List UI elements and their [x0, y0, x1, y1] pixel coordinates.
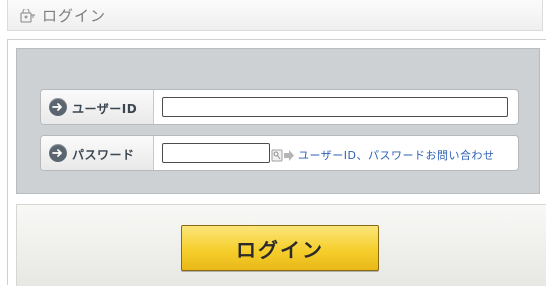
user-id-row: ユーザーID: [40, 89, 519, 125]
arrow-circle-icon: [49, 98, 67, 116]
login-button-panel: ログイン: [16, 204, 546, 286]
user-id-input[interactable]: [162, 97, 508, 117]
user-id-label: ユーザーID: [72, 102, 138, 116]
user-id-label-cell: ユーザーID: [41, 90, 154, 124]
password-row: パスワード ユーザーID、パスワードお問い合わせ: [40, 135, 519, 171]
page-title: ログイン: [42, 7, 107, 25]
login-button[interactable]: ログイン: [181, 225, 379, 271]
login-container: ユーザーID パスワード ユーザーID、パスワードお問い合わせ ログイン: [7, 39, 546, 286]
key-arrow-icon: [271, 147, 295, 162]
id-password-inquiry-link[interactable]: ユーザーID、パスワードお問い合わせ: [298, 147, 495, 163]
key-lock-icon: [20, 7, 36, 23]
password-input[interactable]: [162, 143, 270, 163]
password-label-cell: パスワード: [41, 136, 154, 170]
page-header: ログイン: [7, 0, 543, 31]
login-form-panel: ユーザーID パスワード ユーザーID、パスワードお問い合わせ: [16, 48, 540, 194]
password-label: パスワード: [72, 148, 135, 162]
arrow-circle-icon: [49, 144, 67, 162]
